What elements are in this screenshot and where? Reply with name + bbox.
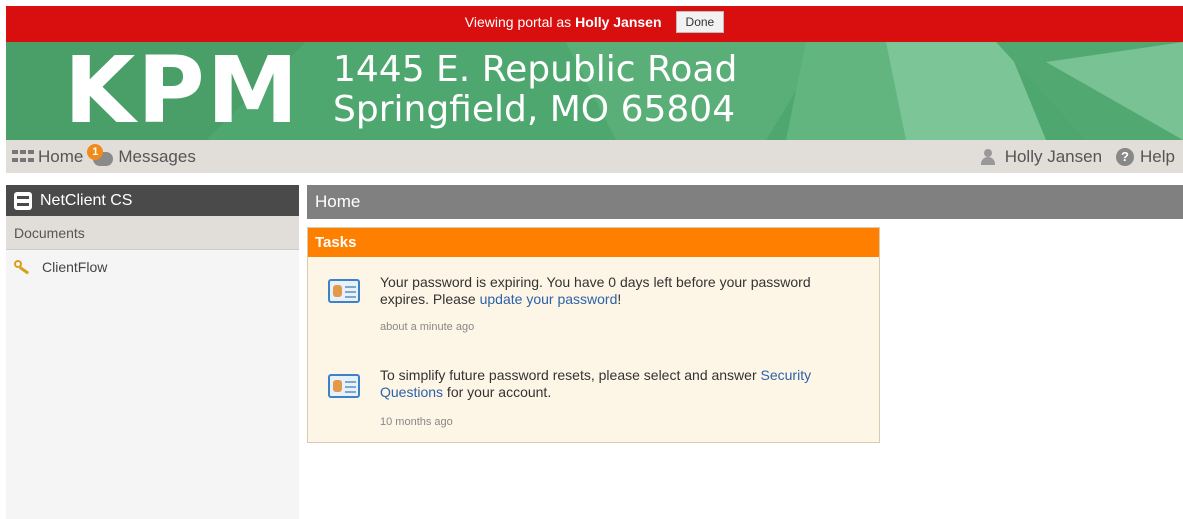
impersonated-user: Holly Jansen <box>575 14 662 30</box>
update-password-link[interactable]: update your password <box>480 291 618 307</box>
nav-messages-label: Messages <box>118 146 196 166</box>
task-message: Your password is expiring. You have 0 da… <box>380 274 860 308</box>
header-banner: KPM 1445 E. Republic Road Springfield, M… <box>6 42 1183 140</box>
netclient-icon <box>14 191 32 210</box>
tasks-panel: Tasks Your password is expiring. You hav… <box>307 227 880 443</box>
contact-card-icon <box>328 374 360 398</box>
address-line-2: Springfield, MO 65804 <box>333 89 736 130</box>
company-logo: KPM <box>64 42 301 140</box>
task-timestamp: 10 months ago <box>380 416 453 428</box>
key-icon <box>14 260 30 275</box>
help-icon[interactable]: ? <box>1116 147 1135 166</box>
nav-home[interactable]: Home <box>12 147 83 167</box>
impersonation-prefix: Viewing portal as <box>464 14 572 30</box>
top-navbar: Home 1 Messages Holly Jansen ? Help <box>6 140 1183 173</box>
task-text-before: To simplify future password resets, plea… <box>380 367 761 383</box>
tasks-header: Tasks <box>308 228 879 257</box>
page-title: Home <box>307 185 1183 219</box>
task-message: To simplify future password resets, plea… <box>380 367 860 401</box>
sidebar: NetClient CS Documents ClientFlow <box>6 185 299 519</box>
user-icon <box>980 148 995 165</box>
address-line-1: 1445 E. Republic Road <box>333 49 738 90</box>
done-button[interactable]: Done <box>675 11 725 33</box>
nav-messages[interactable]: 1 Messages <box>87 143 196 168</box>
company-address: 1445 E. Republic Road Springfield, MO 65… <box>333 50 737 130</box>
impersonation-banner: Viewing portal as Holly Jansen Done <box>6 6 1183 42</box>
impersonation-bar: Viewing portal as Holly Jansen Done <box>0 0 1183 42</box>
contact-card-icon <box>328 279 360 303</box>
sidebar-item-label: ClientFlow <box>42 259 108 275</box>
sidebar-header: NetClient CS <box>6 185 299 216</box>
task-timestamp: about a minute ago <box>380 321 475 333</box>
sidebar-title: NetClient CS <box>40 191 133 209</box>
messages-badge: 1 <box>87 143 104 160</box>
messages-bubble-icon: 1 <box>87 143 114 168</box>
task-text-after: for your account. <box>443 384 552 400</box>
nav-right: Holly Jansen ? Help <box>980 147 1175 167</box>
nav-user[interactable]: Holly Jansen <box>1005 147 1102 167</box>
task-text-after: ! <box>617 291 622 307</box>
sidebar-item-clientflow[interactable]: ClientFlow <box>6 250 299 284</box>
nav-home-label: Home <box>38 146 84 166</box>
apps-grid-icon <box>12 149 34 164</box>
sidebar-section-documents[interactable]: Documents <box>6 216 299 250</box>
nav-help[interactable]: Help <box>1140 147 1175 167</box>
